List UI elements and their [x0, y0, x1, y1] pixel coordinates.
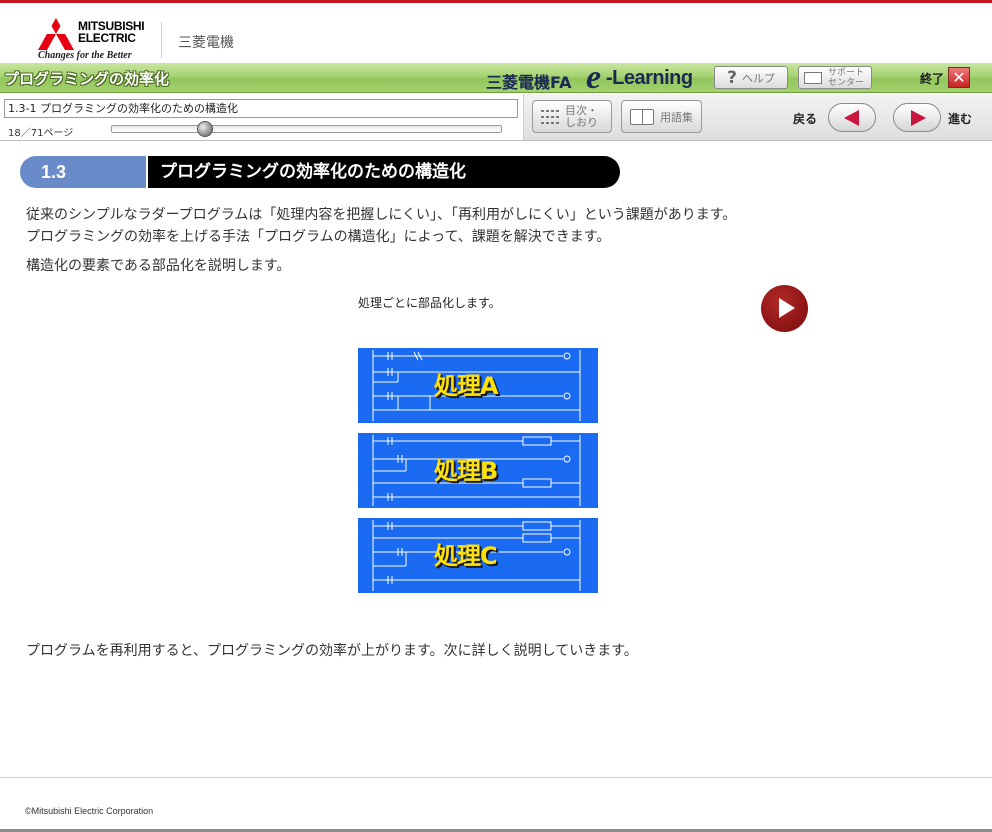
- brand-learning-label: -Learning: [606, 67, 693, 89]
- next-label: 進む: [948, 112, 973, 126]
- navigation-bar: 1.3-1 プログラミングの効率化のための構造化 18／71ページ 目次・ しお…: [0, 94, 992, 141]
- section-title: プログラミングの効率化のための構造化: [146, 156, 620, 188]
- glossary-button[interactable]: 用語集: [621, 100, 702, 133]
- section-number: 1.3: [20, 156, 146, 188]
- support-center-label: サポート センター: [827, 67, 864, 88]
- toc-bookmark-label: 目次・ しおり: [565, 103, 598, 129]
- company-name-jp: 三菱電機: [178, 35, 234, 51]
- program-block-a: 処理A: [358, 348, 598, 423]
- program-block-b: 処理B: [358, 433, 598, 508]
- back-label: 戻る: [793, 112, 818, 126]
- navigation-controls: 目次・ しおり 用語集 戻る 進む: [523, 94, 992, 140]
- play-icon: [779, 298, 795, 318]
- brand-header: MITSUBISHI ELECTRIC Changes for the Bett…: [38, 14, 278, 64]
- intro-paragraph-1: 従来のシンプルなラダープログラムは「処理内容を把握しにくい」、「再利用がしにくい…: [26, 207, 737, 223]
- help-icon: ?: [727, 67, 737, 88]
- back-button[interactable]: [828, 103, 876, 132]
- conclusion-paragraph: プログラムを再利用すると、プログラミングの効率が上がります。次に詳しく説明してい…: [26, 643, 638, 659]
- support-center-button[interactable]: サポート センター: [798, 66, 872, 89]
- page-progress-slider[interactable]: [111, 121, 502, 137]
- brand-fa-label: 三菱電機FA: [486, 73, 572, 92]
- book-icon: [630, 108, 654, 125]
- copyright-notice: ©Mitsubishi Electric Corporation: [25, 806, 154, 816]
- arrow-right-icon: [911, 110, 926, 126]
- exit-label: 終了: [920, 72, 945, 86]
- exit-button[interactable]: ✕: [948, 67, 970, 88]
- help-label: ヘルプ: [741, 71, 775, 85]
- mitsubishi-logo-icon: [38, 18, 74, 50]
- toc-bookmark-button[interactable]: 目次・ しおり: [532, 100, 612, 133]
- course-title: プログラミングの効率化: [4, 70, 170, 88]
- list-icon: [541, 109, 559, 125]
- help-button[interactable]: ? ヘルプ: [714, 66, 788, 89]
- top-accent-rule: [0, 0, 992, 3]
- footer-divider: [0, 777, 992, 778]
- program-block-c-label: 処理C: [434, 542, 498, 570]
- logo-divider: [161, 22, 162, 58]
- program-block-a-label: 処理A: [434, 372, 499, 400]
- progress-slider-handle[interactable]: [197, 121, 214, 137]
- arrow-left-icon: [844, 110, 859, 126]
- section-heading: 1.3 プログラミングの効率化のための構造化: [20, 156, 620, 188]
- play-animation-button[interactable]: [761, 285, 808, 332]
- title-bar: プログラミングの効率化 三菱電機FA e -Learning ? ヘルプ サポー…: [0, 59, 992, 96]
- close-icon: ✕: [952, 68, 966, 87]
- brand-e-letter: e: [586, 59, 602, 96]
- next-button[interactable]: [893, 103, 941, 132]
- company-tagline: Changes for the Better: [38, 50, 132, 61]
- page-title-field: 1.3-1 プログラミングの効率化のための構造化: [4, 99, 518, 118]
- page-counter: 18／71ページ: [8, 128, 74, 139]
- program-block-b-label: 処理B: [434, 457, 498, 485]
- company-name: MITSUBISHI ELECTRIC: [78, 19, 145, 45]
- program-block-c: 処理C: [358, 518, 598, 593]
- mail-icon: [804, 71, 822, 84]
- intro-paragraph-3: 構造化の要素である部品化を説明します。: [26, 258, 291, 274]
- intro-paragraph-2: プログラミングの効率を上げる手法「プログラムの構造化」によって、課題を解決できま…: [26, 229, 611, 245]
- glossary-label: 用語集: [660, 110, 693, 124]
- diagram-caption: 処理ごとに部品化します。: [358, 296, 501, 310]
